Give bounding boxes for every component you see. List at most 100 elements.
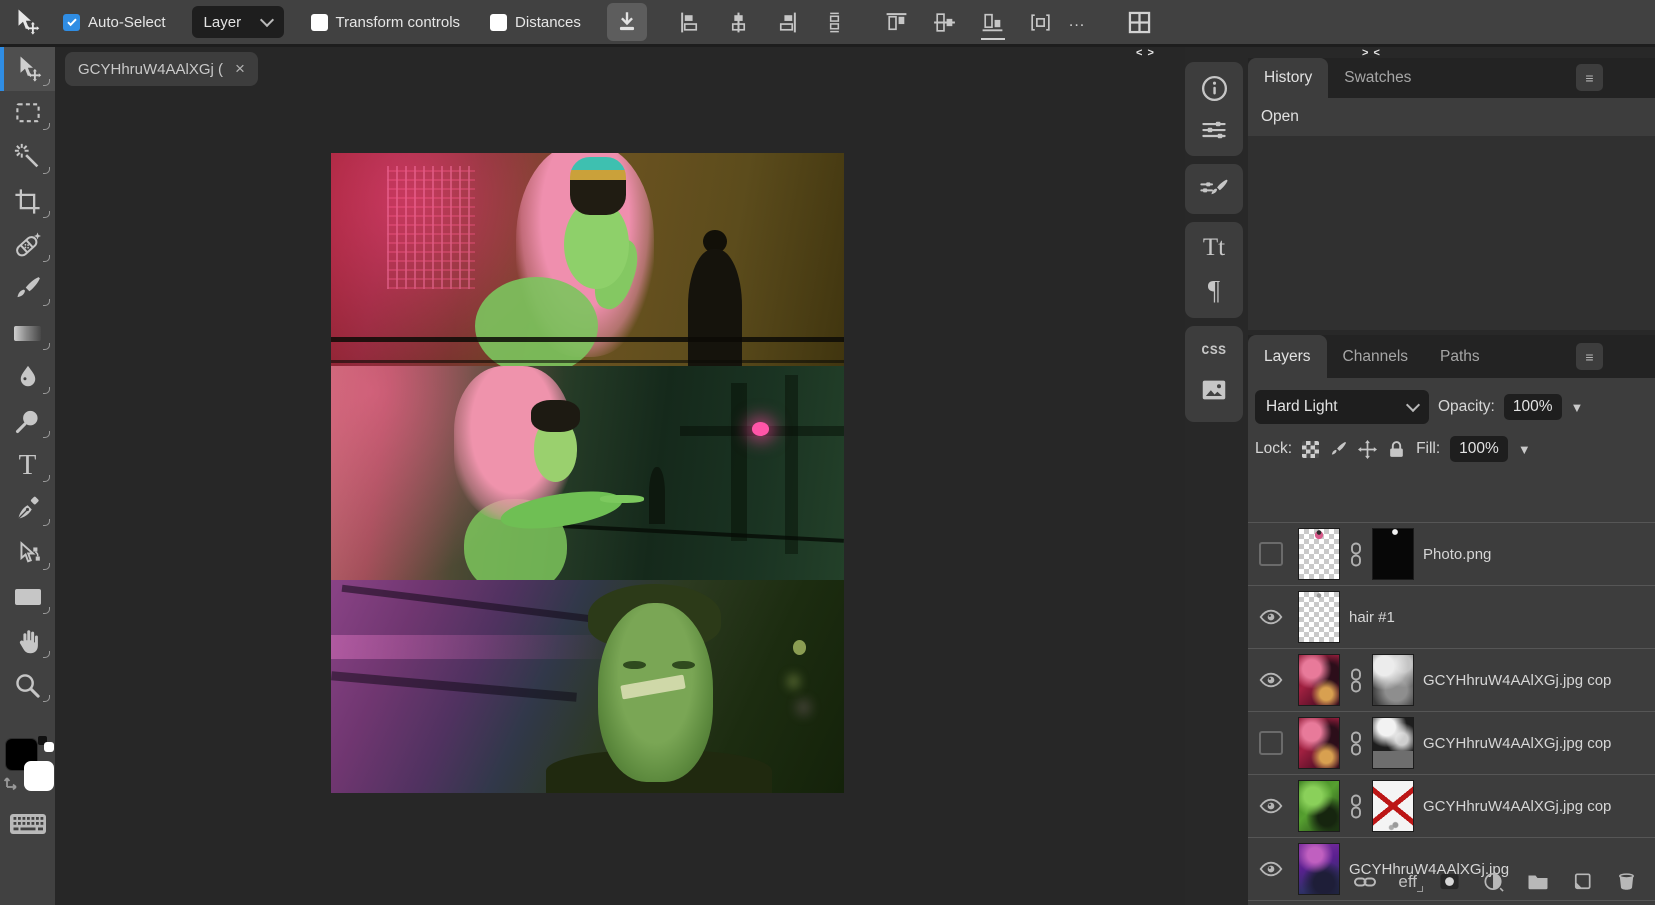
image-panel-icon[interactable] bbox=[1199, 375, 1229, 405]
align-top-button[interactable] bbox=[883, 2, 911, 42]
layer-mask-thumbnail[interactable] bbox=[1372, 528, 1414, 580]
blur-tool[interactable] bbox=[0, 355, 55, 399]
auto-select-checkbox[interactable] bbox=[63, 14, 80, 31]
collapse-left-handle[interactable]: < > bbox=[1136, 47, 1155, 59]
swap-colors-icon[interactable] bbox=[2, 771, 22, 791]
path-select-tool[interactable] bbox=[0, 531, 55, 575]
keyboard-shortcuts-button[interactable] bbox=[10, 813, 46, 835]
dodge-tool[interactable] bbox=[0, 399, 55, 443]
blend-mode-dropdown[interactable]: Hard Light bbox=[1255, 390, 1429, 424]
lock-transparency-icon[interactable] bbox=[1302, 441, 1319, 458]
hand-tool[interactable] bbox=[0, 619, 55, 663]
layer-visibility-toggle[interactable] bbox=[1253, 793, 1289, 819]
eye-icon bbox=[1258, 793, 1284, 819]
history-menu-button[interactable]: ≡ bbox=[1576, 64, 1603, 91]
new-folder-button[interactable] bbox=[1526, 870, 1550, 894]
adjustments-sliders-icon[interactable] bbox=[1199, 115, 1229, 145]
document-tab[interactable]: GCYHhruW4AAlXGj ( × bbox=[65, 52, 258, 86]
tab-paths[interactable]: Paths bbox=[1424, 335, 1496, 378]
css-panel-icon[interactable]: CSS bbox=[1202, 343, 1227, 358]
dropdown-value: Layer bbox=[204, 14, 242, 31]
type-tool[interactable]: T bbox=[0, 443, 55, 487]
layer-thumbnail[interactable] bbox=[1298, 528, 1340, 580]
layer-visibility-toggle[interactable] bbox=[1253, 542, 1289, 566]
magic-wand-tool[interactable] bbox=[0, 135, 55, 179]
layer-effects-button[interactable]: eff bbox=[1398, 872, 1417, 892]
layer-name: GCYHhruW4AAlXGj.jpg cop bbox=[1423, 798, 1655, 815]
type-tool-glyph: T bbox=[19, 451, 37, 480]
lock-pixels-icon[interactable] bbox=[1329, 440, 1348, 459]
tab-swatches[interactable]: Swatches bbox=[1328, 58, 1427, 98]
new-layer-button[interactable] bbox=[1571, 870, 1594, 893]
layer-row[interactable]: GCYHhruW4AAlXGj.jpg cop bbox=[1248, 648, 1655, 711]
align-middle-vertical-button[interactable] bbox=[931, 2, 959, 42]
transform-controls-checkbox[interactable] bbox=[311, 14, 328, 31]
layer-thumbnail[interactable] bbox=[1298, 591, 1340, 643]
color-swatches[interactable] bbox=[0, 735, 55, 797]
align-right-button[interactable] bbox=[773, 2, 801, 42]
tool-settings-brush-icon[interactable] bbox=[1198, 173, 1230, 205]
rectangle-select-tool[interactable] bbox=[0, 91, 55, 135]
lock-position-icon[interactable] bbox=[1358, 440, 1377, 459]
layer-visibility-toggle[interactable] bbox=[1253, 604, 1289, 630]
brush-tool[interactable] bbox=[0, 267, 55, 311]
align-left-button[interactable] bbox=[677, 2, 705, 42]
layer-mask-link-icon bbox=[1349, 730, 1363, 757]
layer-row[interactable]: hair #1 bbox=[1248, 585, 1655, 648]
hidden-layer-checkbox[interactable] bbox=[1259, 542, 1283, 566]
layer-row[interactable]: GCYHhruW4AAlXGj.jpg cop bbox=[1248, 774, 1655, 837]
info-icon[interactable] bbox=[1199, 73, 1230, 104]
layer-visibility-toggle[interactable] bbox=[1253, 667, 1289, 693]
layers-menu-button[interactable]: ≡ bbox=[1576, 343, 1603, 370]
canvas[interactable] bbox=[331, 153, 844, 793]
lock-all-icon[interactable] bbox=[1387, 440, 1406, 459]
layer-row[interactable]: Photo.png bbox=[1248, 522, 1655, 585]
layer-thumbnail[interactable] bbox=[1298, 654, 1340, 706]
link-layers-button[interactable] bbox=[1353, 870, 1377, 894]
distances-checkbox[interactable] bbox=[490, 14, 507, 31]
layer-thumbnail[interactable] bbox=[1298, 717, 1340, 769]
auto-select-label: Auto-Select bbox=[88, 14, 166, 31]
tab-layers[interactable]: Layers bbox=[1248, 335, 1327, 378]
align-bottom-button[interactable] bbox=[979, 2, 1007, 42]
history-entry-open[interactable]: Open bbox=[1248, 98, 1655, 136]
layer-mask-thumbnail[interactable] bbox=[1372, 717, 1414, 769]
close-tab-icon[interactable]: × bbox=[235, 59, 245, 79]
spot-heal-tool[interactable] bbox=[0, 223, 55, 267]
layer-visibility-toggle[interactable] bbox=[1253, 731, 1289, 755]
tab-history[interactable]: History bbox=[1248, 58, 1328, 98]
rectangle-shape-tool[interactable] bbox=[0, 575, 55, 619]
tab-channels[interactable]: Channels bbox=[1327, 335, 1425, 378]
distribute-horizontal-button[interactable] bbox=[1027, 2, 1055, 42]
collapse-right-handle[interactable]: > < bbox=[1362, 47, 1381, 59]
background-color-swatch[interactable] bbox=[24, 761, 54, 791]
align-center-horizontal-button[interactable] bbox=[725, 2, 753, 42]
crop-tool[interactable] bbox=[0, 179, 55, 223]
layer-row[interactable]: GCYHhruW4AAlXGj.jpg cop bbox=[1248, 711, 1655, 774]
add-raster-mask-button[interactable] bbox=[1438, 870, 1461, 893]
opacity-stepper-icon[interactable]: ▼ bbox=[1571, 400, 1584, 415]
place-image-button[interactable] bbox=[607, 3, 647, 41]
gradient-tool[interactable] bbox=[0, 311, 55, 355]
layer-mask-thumbnail[interactable] bbox=[1372, 780, 1414, 832]
character-panel-icon[interactable]: Tt bbox=[1203, 234, 1225, 262]
fill-stepper-icon[interactable]: ▼ bbox=[1518, 442, 1531, 457]
hidden-layer-checkbox[interactable] bbox=[1259, 731, 1283, 755]
strip-group-info bbox=[1185, 62, 1243, 156]
document-area: GCYHhruW4AAlXGj ( × bbox=[55, 47, 1185, 905]
fill-value[interactable]: 100% bbox=[1450, 436, 1508, 462]
delete-layer-button[interactable] bbox=[1615, 870, 1638, 893]
opacity-value[interactable]: 100% bbox=[1504, 394, 1562, 420]
window-layout-grid-button[interactable] bbox=[1125, 2, 1153, 42]
layer-mask-thumbnail[interactable] bbox=[1372, 654, 1414, 706]
new-adjustment-layer-button[interactable] bbox=[1482, 870, 1505, 893]
zoom-tool[interactable] bbox=[0, 663, 55, 707]
move-tool[interactable] bbox=[0, 47, 55, 91]
more-options-button[interactable]: ... bbox=[1069, 13, 1085, 31]
canvas-art-bottom-panel bbox=[331, 580, 844, 793]
layer-thumbnail[interactable] bbox=[1298, 780, 1340, 832]
distribute-vertical-button[interactable] bbox=[821, 2, 849, 42]
auto-select-target-dropdown[interactable]: Layer bbox=[192, 6, 284, 38]
paragraph-panel-icon[interactable]: ¶ bbox=[1208, 275, 1220, 306]
pen-tool[interactable] bbox=[0, 487, 55, 531]
